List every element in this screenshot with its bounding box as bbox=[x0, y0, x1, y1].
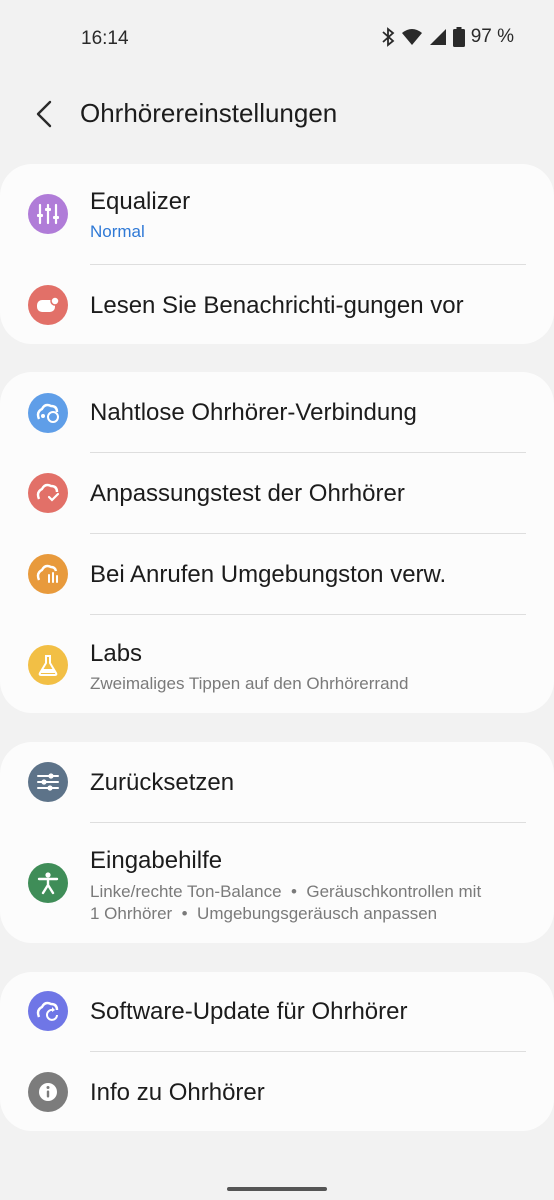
info-label: Info zu Ohrhörer bbox=[90, 1079, 265, 1106]
labs-item[interactable]: Labs Zweimaliges Tippen auf den Ohrhörer… bbox=[0, 615, 554, 713]
labs-label: Labs bbox=[90, 640, 143, 667]
labs-description: Zweimaliges Tippen auf den Ohrhörerrand bbox=[90, 674, 409, 693]
settings-card-audio: Equalizer Normal Lesen Sie Benachrichti-… bbox=[0, 164, 554, 344]
read-notifications-item[interactable]: Lesen Sie Benachrichti-gungen vor bbox=[0, 265, 554, 344]
signal-icon bbox=[429, 29, 446, 45]
bluetooth-icon bbox=[382, 27, 395, 47]
info-icon bbox=[28, 1072, 68, 1112]
wifi-icon bbox=[401, 29, 422, 45]
accessibility-description-line2: 1 Ohrhörer • Umgebungsgeräusch anpassen bbox=[90, 904, 438, 923]
software-update-item[interactable]: Software-Update für Ohrhörer bbox=[0, 972, 554, 1051]
equalizer-icon bbox=[28, 194, 68, 234]
reset-item[interactable]: Zurücksetzen bbox=[0, 742, 554, 822]
accessibility-item[interactable]: Eingabehilfe Linke/rechte Ton-Balance • … bbox=[0, 823, 554, 943]
fit-test-icon bbox=[28, 473, 68, 513]
seamless-connection-label: Nahtlose Ohrhörer-Verbindung bbox=[90, 399, 417, 426]
software-update-label: Software-Update für Ohrhörer bbox=[90, 998, 408, 1025]
settings-card-general: Zurücksetzen Eingabehilfe Linke/rechte T… bbox=[0, 742, 554, 943]
reset-sliders-icon bbox=[28, 762, 68, 802]
equalizer-value: Normal bbox=[90, 222, 145, 241]
status-bar: 16:14 97 % bbox=[0, 0, 554, 80]
ambient-sound-item[interactable]: Bei Anrufen Umgebungston verw. bbox=[0, 534, 554, 614]
accessibility-label: Eingabehilfe bbox=[90, 847, 223, 874]
reset-label: Zurücksetzen bbox=[90, 769, 235, 796]
software-update-icon bbox=[28, 991, 68, 1031]
accessibility-icon bbox=[28, 863, 68, 903]
seamless-connection-icon bbox=[28, 393, 68, 433]
app-header: Ohrhörereinstellungen bbox=[0, 80, 554, 150]
accessibility-description-line1: Linke/rechte Ton-Balance • Geräuschkontr… bbox=[90, 882, 482, 901]
navigation-handle[interactable] bbox=[227, 1187, 327, 1191]
battery-icon bbox=[452, 27, 465, 47]
status-time: 16:14 bbox=[81, 28, 129, 49]
notification-read-icon bbox=[28, 285, 68, 325]
page-title: Ohrhörereinstellungen bbox=[80, 98, 338, 128]
back-arrow-icon[interactable] bbox=[30, 98, 58, 130]
read-notifications-label: Lesen Sie Benachrichti-gungen vor bbox=[90, 292, 464, 319]
fit-test-item[interactable]: Anpassungstest der Ohrhörer bbox=[0, 453, 554, 533]
equalizer-item[interactable]: Equalizer Normal bbox=[0, 164, 554, 264]
info-item[interactable]: Info zu Ohrhörer bbox=[0, 1052, 554, 1131]
settings-card-about: Software-Update für Ohrhörer Info zu Ohr… bbox=[0, 972, 554, 1131]
equalizer-label: Equalizer bbox=[90, 188, 191, 215]
labs-flask-icon bbox=[28, 645, 68, 685]
ambient-sound-icon bbox=[28, 554, 68, 594]
ambient-sound-label: Bei Anrufen Umgebungston verw. bbox=[90, 561, 447, 588]
battery-percent: 97 % bbox=[470, 26, 514, 47]
settings-card-features: Nahtlose Ohrhörer-Verbindung Anpassungst… bbox=[0, 372, 554, 713]
seamless-connection-item[interactable]: Nahtlose Ohrhörer-Verbindung bbox=[0, 372, 554, 452]
fit-test-label: Anpassungstest der Ohrhörer bbox=[90, 480, 405, 507]
status-icons: 97 % bbox=[381, 26, 514, 48]
